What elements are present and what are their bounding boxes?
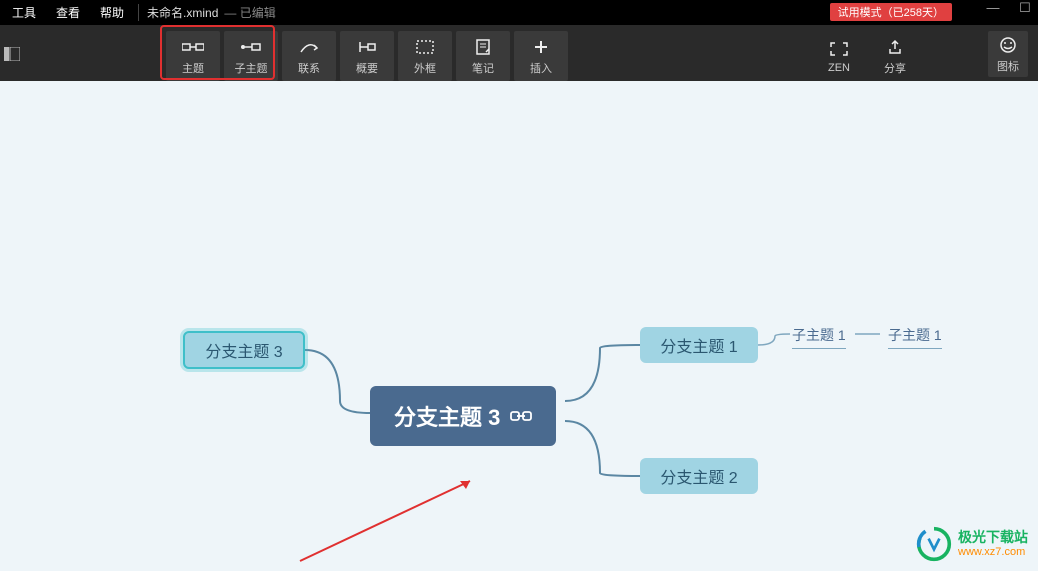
subtopic-button[interactable]: 子主题 [224, 31, 278, 81]
arrow-annotation [290, 471, 490, 571]
insert-icon [533, 36, 549, 58]
summary-label: 概要 [356, 60, 378, 76]
sidebar-toggle-icon[interactable] [4, 47, 20, 64]
minimize-button[interactable]: — [984, 0, 1002, 16]
subtopic-icon [240, 36, 262, 58]
menu-view[interactable]: 查看 [46, 4, 90, 21]
node-central-text: 分支主题 3 [394, 400, 500, 432]
zen-button[interactable]: ZEN [816, 31, 862, 81]
node-central[interactable]: 分支主题 3 [370, 386, 556, 446]
note-label: 笔记 [472, 60, 494, 76]
relation-label: 联系 [298, 60, 320, 76]
node-text: 分支主题 2 [660, 464, 737, 488]
boundary-label: 外框 [414, 60, 436, 76]
insert-button[interactable]: 插入 [514, 31, 568, 81]
share-icon [887, 36, 903, 58]
topic-button[interactable]: 主题 [166, 31, 220, 81]
topic-icon [182, 36, 204, 58]
node-sub1[interactable]: 子主题 1 [792, 325, 846, 349]
link-icon [510, 407, 532, 425]
watermark-url: www.xz7.com [958, 546, 1028, 558]
node-branch2[interactable]: 分支主题 2 [640, 458, 758, 494]
share-label: 分享 [884, 60, 906, 76]
menu-tools[interactable]: 工具 [2, 4, 46, 21]
trial-badge[interactable]: 试用模式（已258天） [830, 3, 952, 21]
canvas[interactable]: 分支主题 3 分支主题 3 分支主题 1 分支主题 2 子主题 1 子主题 1 … [0, 81, 1038, 570]
share-button[interactable]: 分享 [872, 31, 918, 81]
zen-icon [830, 38, 848, 60]
node-text: 分支主题 3 [205, 338, 282, 362]
icons-button[interactable]: 图标 [988, 31, 1028, 77]
file-edited: — 已编辑 [224, 4, 275, 21]
node-branch3-selected[interactable]: 分支主题 3 [183, 331, 305, 369]
connectors [0, 81, 1038, 570]
boundary-button[interactable]: 外框 [398, 31, 452, 81]
node-text: 子主题 1 [792, 325, 846, 345]
summary-button[interactable]: 概要 [340, 31, 394, 81]
node-text: 分支主题 1 [660, 333, 737, 357]
file-title: 未命名.xmind [138, 4, 218, 21]
smiley-icon [999, 34, 1017, 56]
maximize-button[interactable]: ☐ [1016, 0, 1034, 16]
relation-icon [299, 36, 319, 58]
note-button[interactable]: 笔记 [456, 31, 510, 81]
watermark: 极光下载站 www.xz7.com [916, 526, 1028, 562]
toolbar: 主题 子主题 联系 概要 外框 [0, 25, 1038, 81]
insert-label: 插入 [530, 60, 552, 76]
watermark-logo-icon [916, 526, 952, 562]
topic-label: 主题 [182, 60, 204, 76]
boundary-icon [416, 36, 434, 58]
icons-label: 图标 [997, 58, 1019, 74]
relation-button[interactable]: 联系 [282, 31, 336, 81]
menu-help[interactable]: 帮助 [90, 4, 134, 21]
subtopic-label: 子主题 [235, 60, 268, 76]
note-icon [475, 36, 491, 58]
summary-icon [358, 36, 376, 58]
node-text: 子主题 1 [888, 325, 942, 345]
watermark-title: 极光下载站 [958, 530, 1028, 545]
zen-label: ZEN [828, 62, 850, 74]
window-controls: — ☐ [984, 0, 1034, 16]
node-branch1[interactable]: 分支主题 1 [640, 327, 758, 363]
node-sub2[interactable]: 子主题 1 [888, 325, 942, 349]
menubar: 工具 查看 帮助 未命名.xmind — 已编辑 试用模式（已258天） — ☐ [0, 0, 1038, 25]
